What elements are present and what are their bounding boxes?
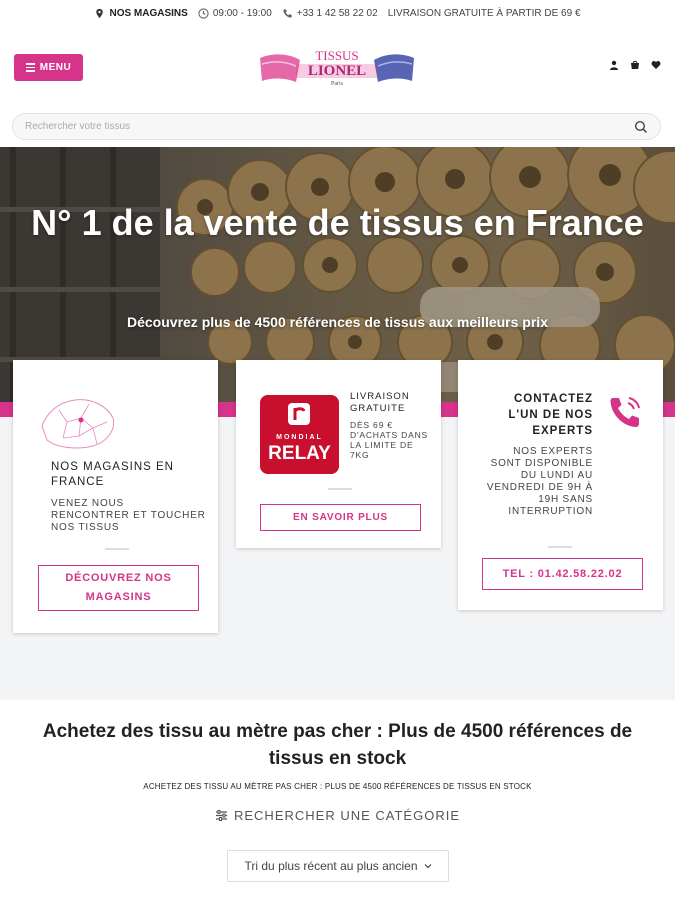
divider bbox=[105, 548, 129, 550]
heart-icon[interactable] bbox=[651, 60, 661, 70]
menu-label: MENU bbox=[39, 62, 72, 73]
shipping-notice: LIVRAISON GRATUITE À PARTIR DE 69 € bbox=[388, 8, 581, 19]
top-info-bar: NOS MAGASINS 09:00 - 19:00 +33 1 42 58 2… bbox=[0, 0, 675, 26]
divider bbox=[548, 546, 572, 548]
contact-card: CONTACTEZ L'UN DE NOS EXPERTS NOS EXPERT… bbox=[458, 360, 663, 610]
filter-sliders-icon bbox=[215, 810, 227, 821]
location-pin-icon bbox=[96, 8, 104, 18]
stores-link[interactable]: NOS MAGASINS bbox=[94, 7, 188, 19]
stores-card-title: NOS MAGASINS EN FRANCE bbox=[51, 461, 174, 488]
opening-hours: 09:00 - 19:00 bbox=[198, 8, 272, 19]
contact-card-desc: NOS EXPERTS SONT DISPONIBLE DU LUNDI AU … bbox=[486, 446, 593, 517]
tissus-lionel-logo[interactable]: TISSUS LIONEL Paris bbox=[256, 46, 418, 88]
delivery-card-desc: DÈS 69 € D'ACHATS DANS LA LIMITE DE 7KG bbox=[350, 420, 428, 460]
stores-card-desc: VENEZ NOUS RENCONTRER ET TOUCHER NOS TIS… bbox=[51, 498, 206, 533]
call-phone-button[interactable]: TEL : 01.42.58.22.02 bbox=[482, 558, 643, 590]
discover-stores-button[interactable]: DÉCOUVREZ NOS MAGASINS bbox=[38, 565, 199, 611]
header-actions bbox=[609, 60, 661, 70]
shipping-text: LIVRAISON GRATUITE À PARTIR DE 69 € bbox=[387, 7, 581, 19]
logo-line2: LIONEL bbox=[308, 63, 366, 79]
hours-text: 09:00 - 19:00 bbox=[212, 7, 272, 19]
mondial-relay-logo: MONDIAL RELAY bbox=[260, 395, 339, 474]
phone-icon bbox=[283, 8, 292, 18]
sort-dropdown[interactable]: Tri du plus récent au plus ancien bbox=[227, 850, 449, 882]
relay-logo-top: MONDIAL bbox=[276, 434, 323, 441]
clock-icon bbox=[198, 7, 209, 19]
stores-label: NOS MAGASINS bbox=[109, 7, 188, 19]
search-input[interactable] bbox=[25, 121, 634, 132]
hamburger-icon bbox=[25, 63, 35, 72]
chevron-down-icon bbox=[424, 864, 431, 869]
delivery-card: MONDIAL RELAY LIVRAISON GRATUITE DÈS 69 … bbox=[236, 360, 441, 548]
learn-more-button[interactable]: EN SAVOIR PLUS bbox=[260, 504, 421, 531]
search-bar bbox=[12, 113, 661, 140]
search-icon[interactable] bbox=[634, 120, 648, 134]
category-search-label: RECHERCHER UNE CATÉGORIE bbox=[233, 808, 460, 823]
menu-button[interactable]: MENU bbox=[14, 54, 83, 81]
logo-line3: Paris bbox=[331, 81, 344, 87]
page-title: Achetez des tissu au mètre pas cher : Pl… bbox=[42, 721, 633, 769]
logo-line1: TISSUS bbox=[315, 48, 358, 63]
delivery-card-title: LIVRAISON GRATUITE bbox=[350, 391, 410, 414]
phone-ringing-icon bbox=[610, 397, 640, 427]
category-search-toggle[interactable]: RECHERCHER UNE CATÉGORIE bbox=[0, 808, 675, 823]
relay-logo-bottom: RELAY bbox=[268, 443, 331, 464]
sort-selected-value: Tri du plus récent au plus ancien bbox=[244, 859, 418, 873]
phone-text: +33 1 42 58 22 02 bbox=[296, 7, 378, 19]
hero-subtitle: Découvrez plus de 4500 références de tis… bbox=[127, 314, 548, 330]
contact-card-title: CONTACTEZ L'UN DE NOS EXPERTS bbox=[508, 393, 593, 437]
stores-card: NOS MAGASINS EN FRANCE VENEZ NOUS RENCON… bbox=[13, 360, 218, 633]
divider bbox=[328, 488, 352, 490]
paris-map-icon bbox=[41, 399, 115, 449]
cart-icon[interactable] bbox=[630, 60, 640, 70]
page-subtitle: ACHETEZ DES TISSU AU MÈTRE PAS CHER : PL… bbox=[143, 782, 532, 791]
hero-title: N° 1 de la vente de tissus en France bbox=[31, 202, 644, 243]
header: MENU TISSUS LIONEL Paris bbox=[0, 44, 675, 94]
user-icon[interactable] bbox=[609, 60, 619, 70]
phone-link[interactable]: +33 1 42 58 22 02 bbox=[282, 8, 378, 19]
